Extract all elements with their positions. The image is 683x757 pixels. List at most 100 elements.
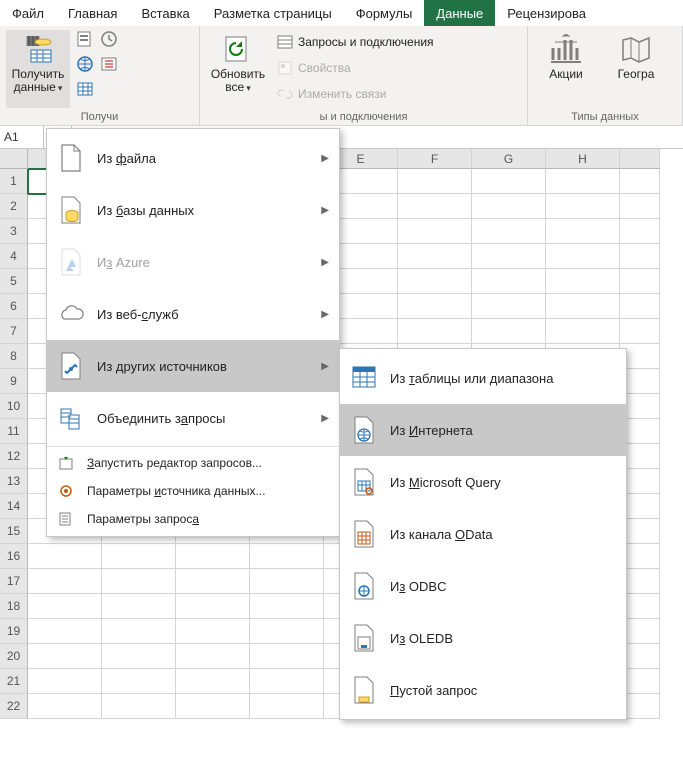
cell[interactable]	[472, 244, 546, 269]
tab-insert[interactable]: Вставка	[129, 0, 201, 26]
cell[interactable]	[250, 694, 324, 719]
cell[interactable]	[546, 169, 620, 194]
cell[interactable]	[176, 594, 250, 619]
cell[interactable]	[620, 194, 660, 219]
cell[interactable]	[176, 644, 250, 669]
existing-connections-icon[interactable]	[100, 55, 118, 76]
cell[interactable]	[28, 544, 102, 569]
cell[interactable]	[28, 594, 102, 619]
row-header[interactable]: 8	[0, 344, 28, 369]
geography-button[interactable]: Геогра	[604, 30, 668, 108]
menu-from-azure[interactable]: Из Azure ▶	[47, 236, 339, 288]
tab-data[interactable]: Данные	[424, 0, 495, 26]
name-box[interactable]: A1	[0, 126, 44, 148]
cell[interactable]	[398, 194, 472, 219]
cell[interactable]	[398, 269, 472, 294]
cell[interactable]	[546, 294, 620, 319]
menu-from-file[interactable]: Из файла ▶	[47, 132, 339, 184]
row-header[interactable]: 16	[0, 544, 28, 569]
menu-query-options[interactable]: Параметры запроса	[47, 505, 339, 533]
menu-data-source-settings[interactable]: Параметры источника данных...	[47, 477, 339, 505]
cell[interactable]	[28, 669, 102, 694]
row-header[interactable]: 22	[0, 694, 28, 719]
cell[interactable]	[250, 669, 324, 694]
cell[interactable]	[250, 544, 324, 569]
row-header[interactable]: 9	[0, 369, 28, 394]
cell[interactable]	[398, 244, 472, 269]
cell[interactable]	[398, 294, 472, 319]
submenu-from-web[interactable]: Из Интернета	[340, 404, 626, 456]
row-header[interactable]: 7	[0, 319, 28, 344]
stocks-button[interactable]: Акции	[534, 30, 598, 108]
cell[interactable]	[546, 194, 620, 219]
properties-button[interactable]: Свойства	[276, 58, 434, 78]
row-header[interactable]: 17	[0, 569, 28, 594]
cell[interactable]	[546, 244, 620, 269]
select-all-corner[interactable]	[0, 149, 28, 169]
tab-file[interactable]: Файл	[0, 0, 56, 26]
row-header[interactable]: 20	[0, 644, 28, 669]
cell[interactable]	[472, 169, 546, 194]
row-header[interactable]: 1	[0, 169, 28, 194]
from-web-icon[interactable]	[76, 55, 94, 76]
tab-home[interactable]: Главная	[56, 0, 129, 26]
tab-formulas[interactable]: Формулы	[344, 0, 425, 26]
cell[interactable]	[398, 319, 472, 344]
tab-page-layout[interactable]: Разметка страницы	[202, 0, 344, 26]
menu-combine-queries[interactable]: Объединить запросы ▶	[47, 392, 339, 444]
col-header-f[interactable]: F	[398, 149, 472, 169]
cell[interactable]	[102, 669, 176, 694]
tab-review[interactable]: Рецензирова	[495, 0, 598, 26]
cell[interactable]	[102, 569, 176, 594]
recent-sources-icon[interactable]	[100, 30, 118, 51]
cell[interactable]	[176, 544, 250, 569]
refresh-all-button[interactable]: Обновитьвсе▾	[206, 30, 270, 108]
cell[interactable]	[28, 644, 102, 669]
row-header[interactable]: 2	[0, 194, 28, 219]
col-header-h[interactable]: H	[546, 149, 620, 169]
cell[interactable]	[176, 569, 250, 594]
cell[interactable]	[250, 594, 324, 619]
cell[interactable]	[546, 319, 620, 344]
row-header[interactable]: 11	[0, 419, 28, 444]
cell[interactable]	[620, 244, 660, 269]
cell[interactable]	[546, 269, 620, 294]
cell[interactable]	[472, 219, 546, 244]
cell[interactable]	[102, 644, 176, 669]
row-header[interactable]: 14	[0, 494, 28, 519]
cell[interactable]	[472, 269, 546, 294]
cell[interactable]	[102, 594, 176, 619]
cell[interactable]	[472, 294, 546, 319]
cell[interactable]	[398, 169, 472, 194]
row-header[interactable]: 19	[0, 619, 28, 644]
row-header[interactable]: 13	[0, 469, 28, 494]
cell[interactable]	[620, 219, 660, 244]
menu-launch-editor[interactable]: Запустить редактор запросов...	[47, 449, 339, 477]
cell[interactable]	[28, 694, 102, 719]
edit-links-button[interactable]: Изменить связи	[276, 84, 434, 104]
cell[interactable]	[250, 569, 324, 594]
row-header[interactable]: 4	[0, 244, 28, 269]
menu-from-database[interactable]: Из базы данных ▶	[47, 184, 339, 236]
cell[interactable]	[102, 544, 176, 569]
cell[interactable]	[28, 619, 102, 644]
cell[interactable]	[620, 269, 660, 294]
row-header[interactable]: 18	[0, 594, 28, 619]
row-header[interactable]: 10	[0, 394, 28, 419]
cell[interactable]	[176, 619, 250, 644]
row-header[interactable]: 21	[0, 669, 28, 694]
col-header-g[interactable]: G	[472, 149, 546, 169]
get-data-button[interactable]: Получитьданные▾	[6, 30, 70, 108]
cell[interactable]	[28, 569, 102, 594]
row-header[interactable]: 3	[0, 219, 28, 244]
cell[interactable]	[176, 694, 250, 719]
submenu-blank-query[interactable]: Пустой запрос	[340, 664, 626, 716]
submenu-from-odata[interactable]: Из канала OData	[340, 508, 626, 560]
cell[interactable]	[176, 669, 250, 694]
col-header-i[interactable]	[620, 149, 660, 169]
cell[interactable]	[102, 619, 176, 644]
menu-from-other-sources[interactable]: Из других источников ▶	[47, 340, 339, 392]
from-table-icon[interactable]	[76, 80, 94, 101]
cell[interactable]	[102, 694, 176, 719]
row-header[interactable]: 6	[0, 294, 28, 319]
